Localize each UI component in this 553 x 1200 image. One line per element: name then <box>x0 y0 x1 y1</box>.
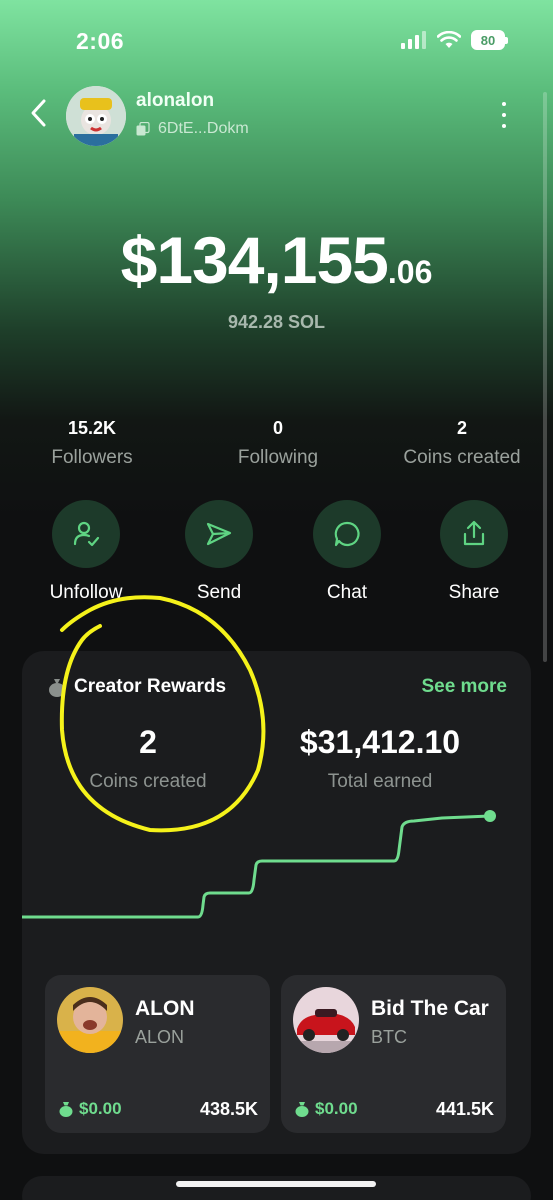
more-options-icon[interactable] <box>499 102 509 128</box>
send-button[interactable]: Send <box>154 500 284 604</box>
sol-balance: 942.28 SOL <box>227 312 326 332</box>
stat-followers[interactable]: 15.2K Followers <box>0 418 184 469</box>
followers-label: Followers <box>51 447 133 468</box>
chat-button[interactable]: Chat <box>282 500 412 604</box>
chat-bubble-icon <box>334 521 360 547</box>
status-time: 2:06 <box>76 28 125 54</box>
coins-created-label: Coins created <box>403 447 521 468</box>
total-earned-value: $31,412.10 <box>299 724 461 760</box>
see-more-link[interactable]: See more <box>421 676 507 698</box>
coin-earnings: $0.00 <box>295 1099 358 1119</box>
coin-avatar-alon <box>57 987 123 1053</box>
back-chevron-icon[interactable] <box>28 98 50 128</box>
share-icon <box>463 520 485 546</box>
avatar-image <box>66 86 126 146</box>
send-icon <box>206 522 232 546</box>
unfollow-button[interactable]: Unfollow <box>21 500 151 604</box>
metric-total-earned: $31,412.10 Total earned <box>270 724 490 793</box>
coin-avatar-bid-the-car <box>293 987 359 1053</box>
coins-created-count: 2 <box>456 418 467 438</box>
following-label: Following <box>237 447 319 468</box>
coin-ticker: ALON <box>135 1027 185 1047</box>
coin-earnings: $0.00 <box>59 1099 122 1119</box>
share-label: Share <box>448 582 500 603</box>
cellular-signal-icon <box>401 31 426 49</box>
portfolio-balance: $134,155.06 <box>0 222 553 298</box>
coin-market-cap: 438.5K <box>199 1099 258 1119</box>
balance-cents: .06 <box>387 254 433 290</box>
money-bag-icon <box>59 1102 73 1117</box>
coin-card-alon[interactable]: ALON ALON $0.00 438.5K <box>45 975 270 1133</box>
stat-following[interactable]: 0 Following <box>186 418 370 469</box>
battery-level: 80 <box>480 32 496 48</box>
followers-count: 15.2K <box>67 418 117 438</box>
coin-name: Bid The Car <box>371 997 489 1020</box>
home-indicator[interactable] <box>176 1181 376 1187</box>
profile-avatar[interactable] <box>66 86 126 146</box>
share-button[interactable]: Share <box>409 500 539 604</box>
wallet-address: 6DtE...Dokm <box>158 120 249 137</box>
scrollbar[interactable] <box>543 92 547 662</box>
status-icons: 80 <box>401 30 508 50</box>
stat-coins-created[interactable]: 2 Coins created <box>370 418 553 469</box>
annotation-circle <box>59 595 266 833</box>
coin-ticker: BTC <box>371 1027 407 1047</box>
wallet-address-copy[interactable]: 6DtE...Dokm <box>136 120 249 138</box>
chat-label: Chat <box>326 582 368 603</box>
money-bag-icon <box>295 1102 309 1117</box>
earnings-endpoint <box>484 810 496 822</box>
wifi-icon <box>437 31 461 48</box>
next-section-card <box>22 1176 531 1200</box>
user-check-icon <box>73 521 100 547</box>
following-count: 0 <box>272 418 283 438</box>
copy-icon <box>136 122 150 136</box>
username: alonalon <box>136 90 215 111</box>
balance-dollars: $134,155 <box>120 223 389 297</box>
coin-name: ALON <box>135 997 195 1020</box>
total-earned-label: Total earned <box>327 771 433 792</box>
coin-earned-value: $0.00 <box>79 1099 122 1118</box>
coin-card-bid-the-car[interactable]: Bid The Car BTC $0.00 441.5K <box>281 975 506 1133</box>
coin-market-cap: 441.5K <box>435 1099 494 1119</box>
coin-earned-value: $0.00 <box>315 1099 358 1118</box>
battery-icon: 80 <box>471 30 508 50</box>
